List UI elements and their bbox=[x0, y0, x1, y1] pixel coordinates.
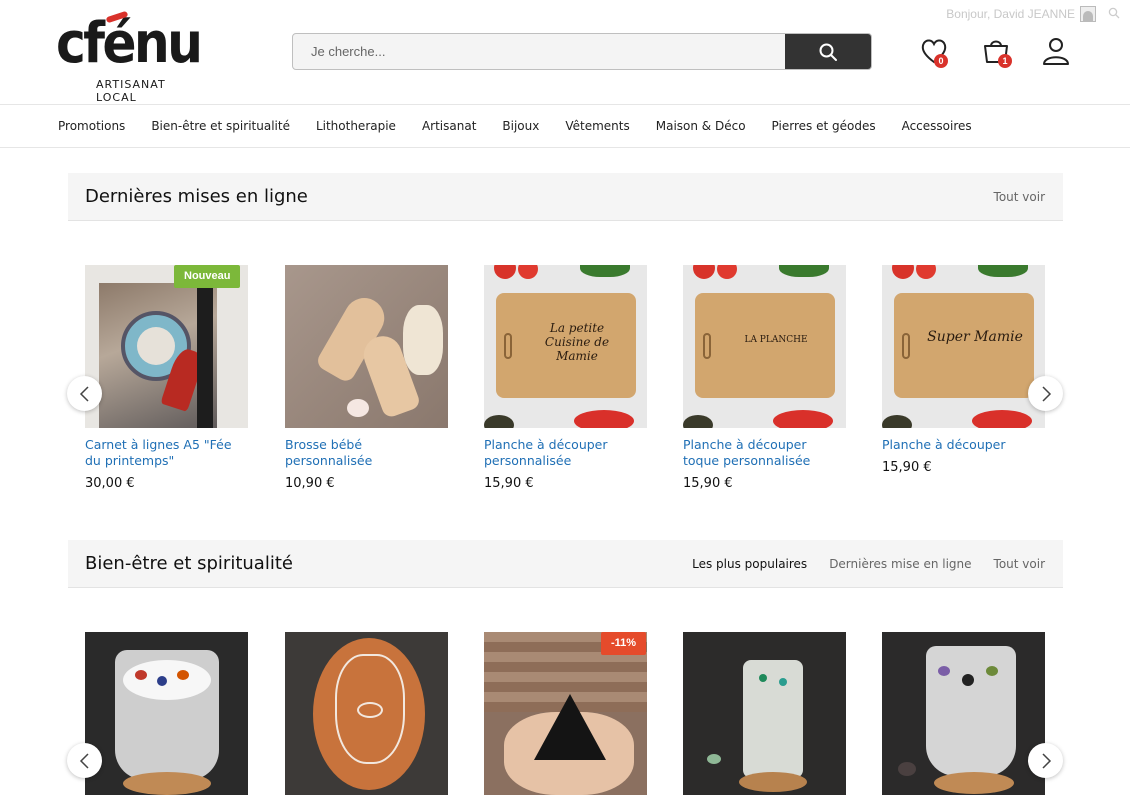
product-price: 15,90 € bbox=[683, 476, 733, 491]
search-icon bbox=[819, 43, 837, 61]
product-title[interactable]: Carnet à lignes A5 "Fée du printemps" bbox=[85, 437, 248, 469]
carousel-prev-button[interactable] bbox=[67, 743, 102, 778]
product-image[interactable] bbox=[285, 632, 448, 795]
product-title[interactable]: Planche à découper personnalisée bbox=[484, 437, 647, 469]
product-image[interactable] bbox=[285, 265, 448, 428]
nav-item-pierres-geodes[interactable]: Pierres et géodes bbox=[759, 119, 889, 133]
cart-button[interactable]: 1 bbox=[981, 36, 1013, 68]
carousel-next-button[interactable] bbox=[1028, 376, 1063, 411]
wellness-section-header: Bien-être et spiritualité Les plus popul… bbox=[68, 540, 1063, 588]
product-card[interactable] bbox=[882, 632, 1045, 795]
logo-subtitle: ARTISANAT LOCAL bbox=[96, 78, 166, 104]
discount-tag: -11% bbox=[601, 632, 647, 655]
product-image[interactable] bbox=[683, 632, 846, 795]
board-engraving: LA PLANCHE bbox=[744, 335, 808, 345]
product-price: 30,00 € bbox=[85, 476, 135, 491]
main-nav: Promotions Bien-être et spiritualité Lit… bbox=[0, 104, 1130, 148]
mini-search-icon[interactable] bbox=[1108, 7, 1120, 19]
nav-item-bijoux[interactable]: Bijoux bbox=[489, 119, 552, 133]
chevron-left-icon bbox=[79, 752, 89, 769]
product-card[interactable]: Nouveau Carnet à lignes A5 "Fée du print… bbox=[85, 265, 248, 491]
latest-section-header: Dernières mises en ligne Tout voir bbox=[68, 173, 1063, 221]
see-all-link[interactable]: Tout voir bbox=[994, 190, 1045, 204]
account-button[interactable] bbox=[1041, 36, 1073, 68]
product-card[interactable]: La petite Cuisine de Mamie Planche à déc… bbox=[484, 265, 647, 491]
section-title: Bien-être et spiritualité bbox=[85, 553, 293, 574]
search-button[interactable] bbox=[785, 34, 871, 69]
product-title[interactable]: Planche à découper bbox=[882, 437, 1045, 453]
product-title[interactable]: Planche à découper toque personnalisée bbox=[683, 437, 846, 469]
product-title[interactable]: Brosse bébé personnalisée bbox=[285, 437, 448, 469]
nav-item-lithotherapie[interactable]: Lithotherapie bbox=[303, 119, 409, 133]
nav-item-maison-deco[interactable]: Maison & Déco bbox=[643, 119, 759, 133]
section-title: Dernières mises en ligne bbox=[85, 186, 308, 207]
search-input[interactable] bbox=[293, 34, 785, 69]
product-card[interactable]: Brosse bébé personnalisée 10,90 € bbox=[285, 265, 448, 491]
user-greeting[interactable]: Bonjour, David JEANNE bbox=[946, 6, 1096, 22]
greeting-text: Bonjour, David JEANNE bbox=[946, 7, 1075, 21]
chevron-right-icon bbox=[1041, 385, 1051, 402]
avatar bbox=[1080, 6, 1096, 22]
product-image[interactable]: LA PLANCHE bbox=[683, 265, 846, 428]
chevron-left-icon bbox=[79, 385, 89, 402]
carousel-next-button[interactable] bbox=[1028, 743, 1063, 778]
product-image[interactable] bbox=[882, 632, 1045, 795]
wishlist-button[interactable]: 0 bbox=[919, 36, 951, 68]
product-image[interactable] bbox=[484, 632, 647, 795]
product-card[interactable] bbox=[285, 632, 448, 795]
product-card[interactable] bbox=[85, 632, 248, 795]
carousel-prev-button[interactable] bbox=[67, 376, 102, 411]
tab-popular[interactable]: Les plus populaires bbox=[692, 557, 807, 571]
wishlist-count-badge: 0 bbox=[934, 54, 948, 68]
nav-item-vetements[interactable]: Vêtements bbox=[552, 119, 642, 133]
nav-item-accessoires[interactable]: Accessoires bbox=[889, 119, 985, 133]
product-card[interactable]: -11% bbox=[484, 632, 647, 795]
product-price: 15,90 € bbox=[484, 476, 534, 491]
product-price: 15,90 € bbox=[882, 460, 932, 475]
nav-item-artisanat[interactable]: Artisanat bbox=[409, 119, 489, 133]
search-bar bbox=[292, 33, 872, 70]
product-price: 10,90 € bbox=[285, 476, 335, 491]
product-card[interactable] bbox=[683, 632, 846, 795]
tab-latest[interactable]: Dernières mise en ligne bbox=[829, 557, 971, 571]
product-image[interactable]: Super Mamie bbox=[882, 265, 1045, 428]
cart-count-badge: 1 bbox=[998, 54, 1012, 68]
nav-item-bien-etre[interactable]: Bien-être et spiritualité bbox=[138, 119, 303, 133]
product-image[interactable] bbox=[85, 632, 248, 795]
see-all-link[interactable]: Tout voir bbox=[994, 557, 1045, 571]
board-engraving: Super Mamie bbox=[927, 329, 1023, 345]
product-image[interactable]: La petite Cuisine de Mamie bbox=[484, 265, 647, 428]
board-engraving: La petite Cuisine de Mamie bbox=[544, 321, 610, 363]
user-icon bbox=[1043, 38, 1069, 65]
new-tag: Nouveau bbox=[174, 265, 241, 288]
logo[interactable]: cfénu ARTISANAT LOCAL bbox=[56, 8, 203, 104]
logo-text: cfénu bbox=[56, 11, 203, 76]
product-card[interactable]: LA PLANCHE Planche à découper toque pers… bbox=[683, 265, 846, 491]
product-card[interactable]: Super Mamie Planche à découper 15,90 € bbox=[882, 265, 1045, 475]
nav-item-promotions[interactable]: Promotions bbox=[45, 119, 138, 133]
product-image[interactable] bbox=[85, 265, 248, 428]
chevron-right-icon bbox=[1041, 752, 1051, 769]
site-header: cfénu ARTISANAT LOCAL Bonjour, David JEA… bbox=[0, 0, 1130, 104]
